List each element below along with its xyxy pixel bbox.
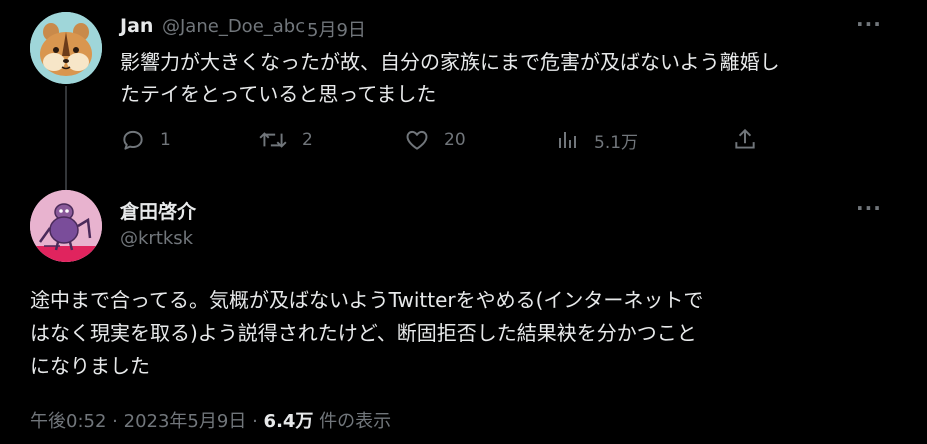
like-count: 20 xyxy=(444,130,466,150)
main-display-name[interactable]: 倉田啓介 xyxy=(120,197,196,224)
like-button[interactable]: 20 xyxy=(404,123,466,157)
views-icon xyxy=(559,132,576,148)
tweet-date[interactable]: 2023年5月9日 xyxy=(124,411,247,432)
avatar-jan[interactable] xyxy=(30,12,102,84)
retweet-icon xyxy=(259,132,287,148)
tweet-views-label[interactable]: 件の表示 xyxy=(319,411,391,432)
tweet-time[interactable]: 午後0:52 xyxy=(30,411,106,432)
reply-text-line-1: 影響力が大きくなったが故、自分の家族にまで危害が及ばないよう離婚し xyxy=(120,50,780,74)
drawing-avatar-image xyxy=(30,190,102,262)
footer-separator-2: · xyxy=(252,411,258,432)
retweet-button[interactable]: 2 xyxy=(258,123,313,157)
reply-display-name[interactable]: Jan xyxy=(120,15,153,37)
footer-separator-1: · xyxy=(112,411,118,432)
views-button[interactable]: 5.1万 xyxy=(556,123,638,157)
tweet-footer: 午後0:52 · 2023年5月9日 · 6.4万 件の表示 xyxy=(30,407,391,433)
thread-line xyxy=(65,86,67,196)
reply-action-bar: 1 2 20 5.1万 xyxy=(120,123,770,157)
chipmunk-avatar-image xyxy=(30,12,102,84)
tweet-views-count[interactable]: 6.4万 xyxy=(264,411,314,432)
reply-count: 1 xyxy=(160,130,171,150)
reply-text-line-2: たテイをとっていると思ってました xyxy=(120,82,437,106)
main-text-line-2: はなく現実を取る)よう説得されたけど、断固拒否した結果袂を分かつこと xyxy=(30,321,697,345)
reply-meta-separator: · xyxy=(290,16,296,37)
views-count: 5.1万 xyxy=(594,132,639,153)
tweet-thread: Jan @Jane_Doe_abc · 5月9日 ··· 影響力が大きくなったが… xyxy=(0,0,927,444)
reply-handle[interactable]: @Jane_Doe_abc xyxy=(162,16,305,37)
main-more-icon[interactable]: ··· xyxy=(856,198,882,218)
reply-more-icon[interactable]: ··· xyxy=(856,14,882,34)
reply-date[interactable]: 5月9日 xyxy=(307,16,366,42)
retweet-count: 2 xyxy=(302,130,313,150)
main-text-line-3: になりました xyxy=(30,354,150,378)
share-button[interactable] xyxy=(732,123,758,157)
reply-button[interactable]: 1 xyxy=(120,123,171,157)
main-handle[interactable]: @krtksk xyxy=(120,228,193,249)
avatar-kurata[interactable] xyxy=(30,190,102,262)
share-icon xyxy=(735,128,755,149)
like-icon xyxy=(406,130,428,150)
main-text-line-1: 途中まで合ってる。気概が及ばないようTwitterをやめる(インターネットで xyxy=(30,288,704,312)
reply-icon xyxy=(123,130,143,150)
